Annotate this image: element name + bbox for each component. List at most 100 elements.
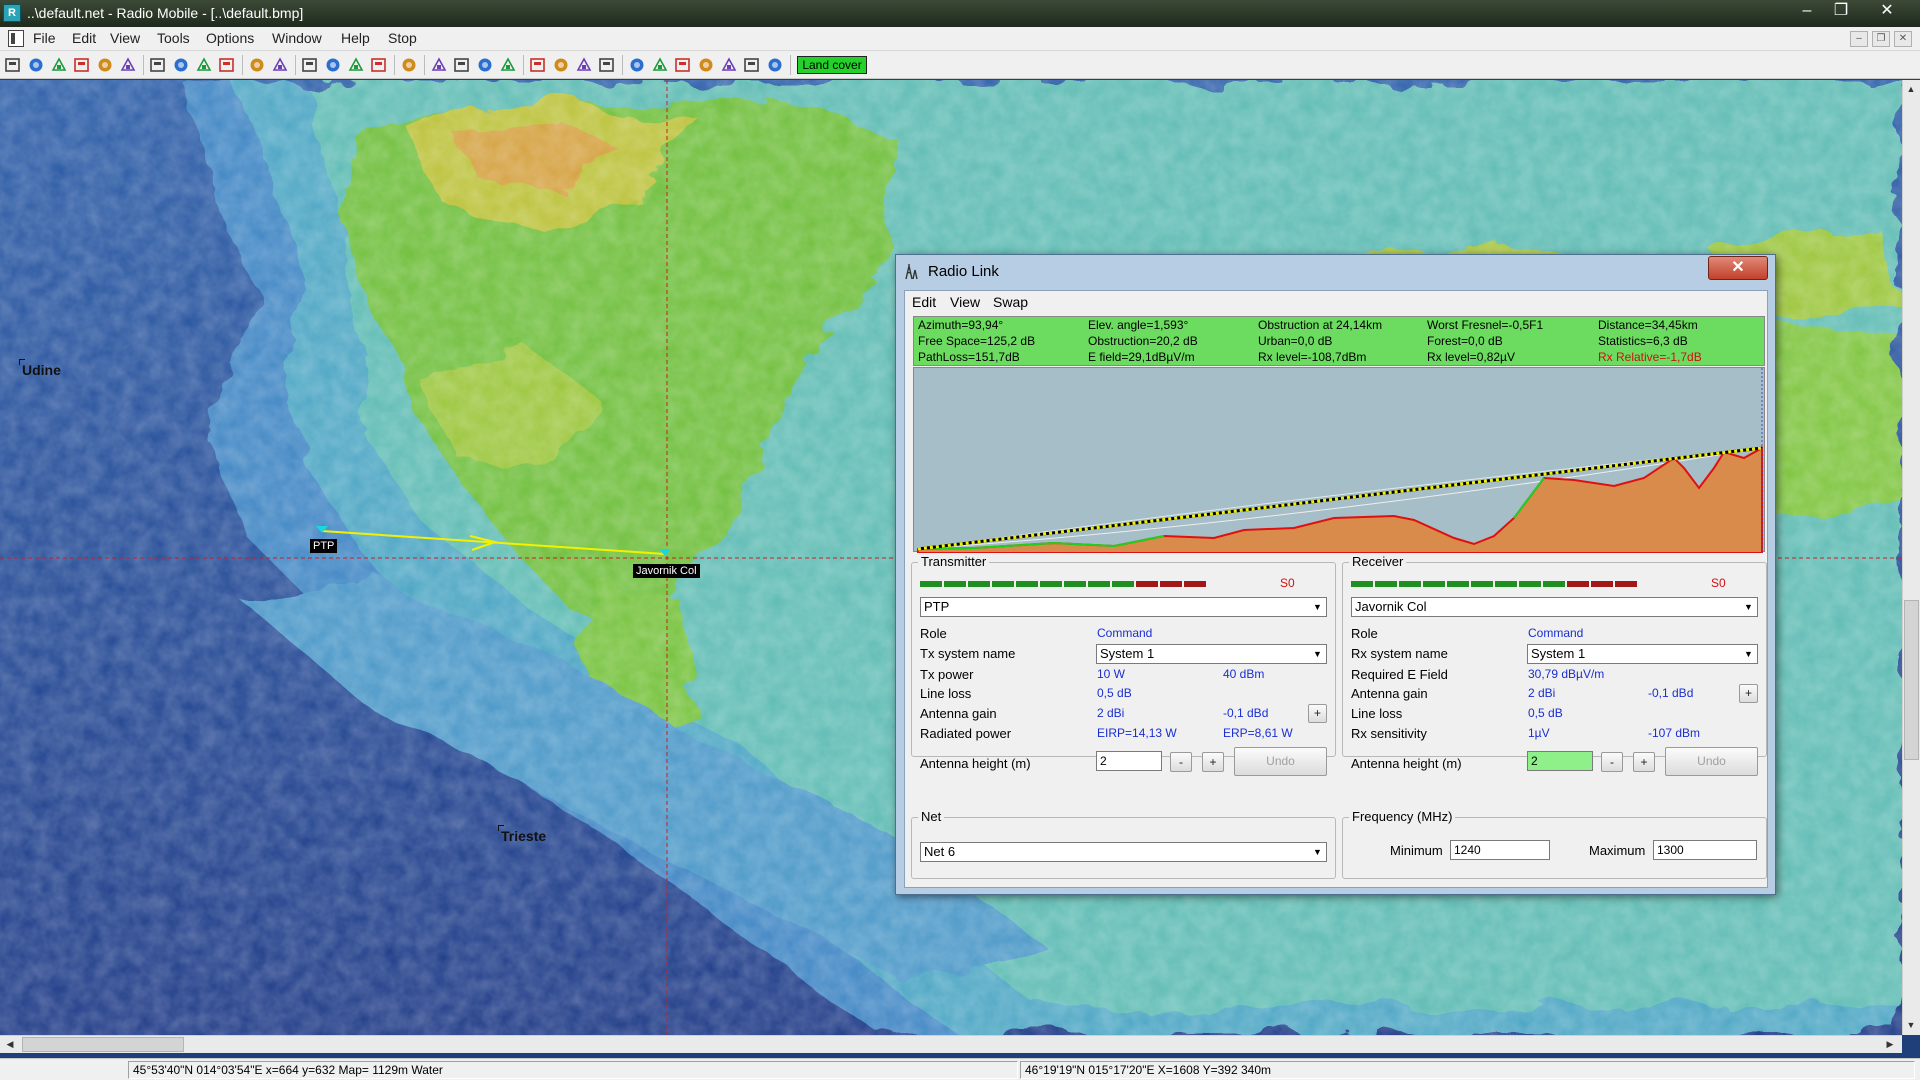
globe-icon[interactable] bbox=[149, 56, 167, 74]
radio-tower-icon bbox=[905, 264, 918, 280]
open-icon[interactable] bbox=[27, 56, 45, 74]
frequency-min-label: Minimum bbox=[1390, 843, 1443, 858]
mdi-restore-button[interactable]: ❐ bbox=[1872, 31, 1890, 47]
ruler-icon[interactable] bbox=[499, 56, 517, 74]
rx-height-minus-button[interactable]: - bbox=[1601, 752, 1623, 772]
globe-red-icon[interactable] bbox=[195, 56, 213, 74]
land-cover-button[interactable]: Land cover bbox=[797, 56, 867, 74]
route-icon[interactable] bbox=[720, 56, 738, 74]
minimize-button[interactable]: – bbox=[1790, 0, 1824, 24]
scroll-down-icon[interactable]: ▼ bbox=[1903, 1017, 1919, 1033]
close-button[interactable]: ✕ bbox=[1870, 0, 1904, 24]
user-icon[interactable] bbox=[575, 56, 593, 74]
path-loss-value: PathLoss=151,7dB bbox=[918, 350, 1020, 364]
free-space-value: Free Space=125,2 dB bbox=[918, 334, 1036, 348]
tx-radiated-power-label: Radiated power bbox=[920, 726, 1012, 741]
frame-icon[interactable] bbox=[598, 56, 616, 74]
paste-icon[interactable] bbox=[430, 56, 448, 74]
horizontal-scroll-thumb[interactable] bbox=[22, 1037, 184, 1052]
page-icon[interactable] bbox=[271, 56, 289, 74]
tx-system-select[interactable]: System 1 ▼ bbox=[1096, 644, 1327, 664]
frequency-max-input[interactable]: 1300 bbox=[1653, 840, 1757, 860]
radio-mobile-app-icon[interactable]: R bbox=[3, 4, 21, 22]
menu-window[interactable]: Window bbox=[272, 30, 322, 46]
dialog-close-button[interactable]: ✕ bbox=[1708, 256, 1768, 280]
rx-height-plus-button[interactable]: + bbox=[1633, 752, 1655, 772]
earth-icon[interactable] bbox=[766, 56, 784, 74]
dialog-menu-swap[interactable]: Swap bbox=[993, 294, 1028, 310]
frequency-max-label: Maximum bbox=[1589, 843, 1646, 858]
frequency-min-input[interactable]: 1240 bbox=[1450, 840, 1550, 860]
menu-file[interactable]: File bbox=[33, 30, 56, 46]
coverage-green-icon[interactable] bbox=[651, 56, 669, 74]
page-edit-icon[interactable] bbox=[301, 56, 319, 74]
tx-height-plus-button[interactable]: + bbox=[1202, 752, 1224, 772]
save-all-icon[interactable] bbox=[50, 56, 68, 74]
tx-height-minus-button[interactable]: - bbox=[1170, 752, 1192, 772]
arrow-left-icon[interactable] bbox=[218, 56, 236, 74]
mdi-minimize-button[interactable]: – bbox=[1850, 31, 1868, 47]
rx-antenna-height-label: Antenna height (m) bbox=[1351, 756, 1462, 771]
dialog-menu-view[interactable]: View bbox=[950, 294, 980, 310]
chevron-down-icon[interactable]: ▼ bbox=[1740, 598, 1757, 616]
horizontal-scrollbar[interactable]: ◀ ▶ bbox=[0, 1035, 1902, 1053]
rx-undo-button[interactable]: Undo bbox=[1665, 747, 1758, 776]
tx-role-value[interactable]: Command bbox=[1097, 626, 1152, 640]
radio-link-icon[interactable] bbox=[628, 56, 646, 74]
globe-dark-icon[interactable] bbox=[172, 56, 190, 74]
export-icon[interactable] bbox=[743, 56, 761, 74]
toolbar-separator bbox=[295, 55, 296, 75]
coverage-yellow-icon[interactable] bbox=[674, 56, 692, 74]
status-cursor-position: 45°53'40"N 014°03'54"E x=664 y=632 Map= … bbox=[128, 1061, 1018, 1079]
copy-icon[interactable] bbox=[400, 56, 418, 74]
cross-icon[interactable] bbox=[96, 56, 114, 74]
image-icon[interactable] bbox=[453, 56, 471, 74]
chevron-down-icon[interactable]: ▼ bbox=[1309, 843, 1326, 861]
document-icon[interactable] bbox=[8, 30, 24, 47]
menu-edit[interactable]: Edit bbox=[72, 30, 96, 46]
new-icon[interactable] bbox=[4, 56, 22, 74]
rx-role-value[interactable]: Command bbox=[1528, 626, 1583, 640]
chevron-down-icon[interactable]: ▼ bbox=[1309, 598, 1326, 616]
print-icon[interactable] bbox=[370, 56, 388, 74]
arrow-right-icon[interactable] bbox=[248, 56, 266, 74]
scale-icon[interactable] bbox=[529, 56, 547, 74]
chevron-down-icon[interactable]: ▼ bbox=[1740, 645, 1757, 663]
menu-stop[interactable]: Stop bbox=[388, 30, 417, 46]
vertical-scroll-thumb[interactable] bbox=[1904, 600, 1919, 760]
tx-antenna-gain-label: Antenna gain bbox=[920, 706, 997, 721]
rx-antenna-plus-button[interactable]: + bbox=[1739, 684, 1758, 703]
site-label-javornik-col[interactable]: Javornik Col bbox=[633, 564, 700, 578]
path-profile[interactable] bbox=[913, 367, 1765, 554]
scroll-up-icon[interactable]: ▲ bbox=[1903, 81, 1919, 97]
tx-antenna-height-input[interactable]: 2 bbox=[1096, 751, 1162, 771]
mdi-close-button[interactable]: ✕ bbox=[1894, 31, 1912, 47]
menu-tools[interactable]: Tools bbox=[157, 30, 190, 46]
rx-level-dbm-value: Rx level=-108,7dBm bbox=[1258, 350, 1367, 364]
tx-unit-select[interactable]: PTP ▼ bbox=[920, 597, 1327, 617]
scroll-left-icon[interactable]: ◀ bbox=[2, 1036, 18, 1052]
disk-icon[interactable] bbox=[324, 56, 342, 74]
close-icon[interactable] bbox=[73, 56, 91, 74]
cross-red-icon[interactable] bbox=[119, 56, 137, 74]
rx-unit-select[interactable]: Javornik Col ▼ bbox=[1351, 597, 1758, 617]
coverage-pink-icon[interactable] bbox=[697, 56, 715, 74]
tx-antenna-plus-button[interactable]: + bbox=[1308, 704, 1327, 723]
tx-undo-button[interactable]: Undo bbox=[1234, 747, 1327, 776]
restore-button[interactable]: ❐ bbox=[1824, 0, 1858, 24]
chevron-down-icon[interactable]: ▼ bbox=[1309, 645, 1326, 663]
net-select[interactable]: Net 6 ▼ bbox=[920, 842, 1327, 862]
window-icon[interactable] bbox=[552, 56, 570, 74]
dialog-menu-edit[interactable]: Edit bbox=[912, 294, 936, 310]
grid-icon[interactable] bbox=[476, 56, 494, 74]
rx-antenna-height-input[interactable]: 2 bbox=[1527, 751, 1593, 771]
scroll-right-icon[interactable]: ▶ bbox=[1882, 1036, 1898, 1052]
vertical-scrollbar[interactable]: ▲ ▼ bbox=[1902, 80, 1920, 1035]
rx-system-select[interactable]: System 1 ▼ bbox=[1527, 644, 1758, 664]
menu-help[interactable]: Help bbox=[341, 30, 370, 46]
tx-antenna-gain-dbi: 2 dBi bbox=[1097, 706, 1125, 720]
site-label-ptp[interactable]: PTP bbox=[310, 539, 338, 553]
menu-view[interactable]: View bbox=[110, 30, 140, 46]
delete-icon[interactable] bbox=[347, 56, 365, 74]
menu-options[interactable]: Options bbox=[206, 30, 254, 46]
